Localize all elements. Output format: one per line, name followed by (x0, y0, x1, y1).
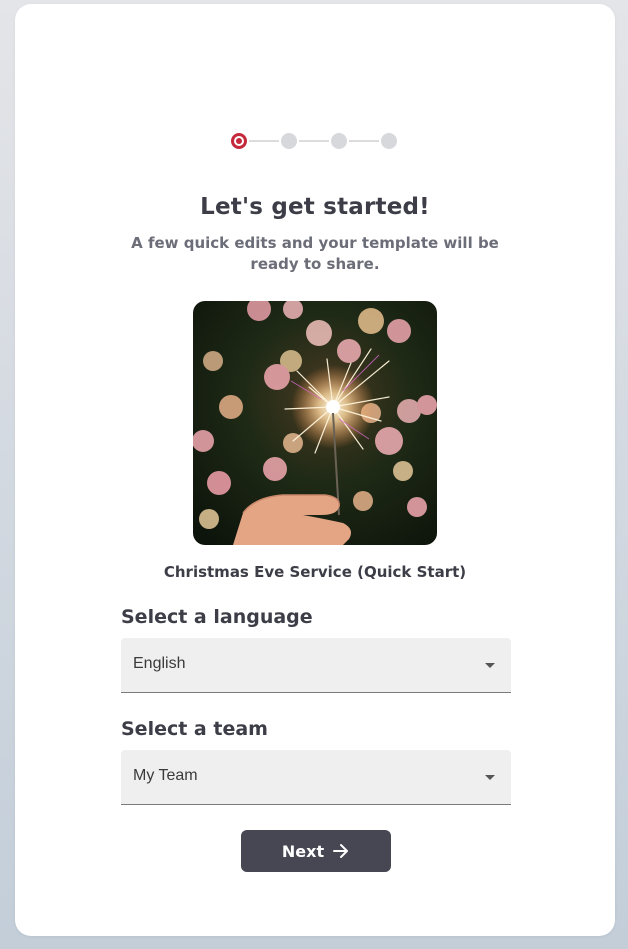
language-select-value: English (133, 655, 186, 672)
onboarding-card: Let's get started! A few quick edits and… (15, 4, 615, 936)
progress-stepper (231, 128, 401, 154)
team-label: Select a team (121, 718, 268, 740)
team-select[interactable]: My Team (121, 750, 511, 805)
template-preview-image (193, 301, 437, 545)
language-label: Select a language (121, 606, 313, 628)
language-select[interactable]: English (121, 638, 511, 693)
step-3-indicator (331, 133, 347, 149)
step-connector (299, 140, 329, 142)
dropdown-caret-icon (485, 775, 495, 780)
arrow-right-icon (332, 843, 350, 859)
page-title: Let's get started! (200, 194, 430, 220)
team-select-value: My Team (133, 767, 198, 784)
dropdown-caret-icon (485, 663, 495, 668)
step-1-indicator (231, 133, 247, 149)
step-4-indicator (381, 133, 397, 149)
template-name: Christmas Eve Service (Quick Start) (163, 563, 467, 581)
step-connector (249, 140, 279, 142)
step-connector (349, 140, 379, 142)
page-subtitle: A few quick edits and your template will… (131, 234, 499, 273)
next-button-label: Next (281, 841, 325, 861)
step-2-indicator (281, 133, 297, 149)
next-button[interactable]: Next (241, 830, 391, 872)
